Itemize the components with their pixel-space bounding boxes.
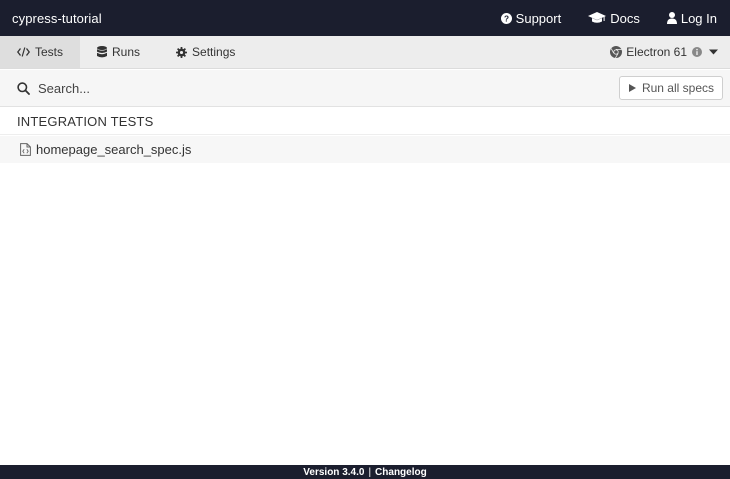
project-name: cypress-tutorial [12, 10, 102, 26]
spec-file-row[interactable]: homepage_search_spec.js [0, 136, 730, 163]
search-bar: Run all specs [0, 70, 730, 107]
run-all-specs-button[interactable]: Run all specs [618, 76, 723, 100]
question-circle-icon: ? [500, 12, 512, 24]
browser-select[interactable]: Electron 61 [610, 36, 718, 68]
top-bar: cypress-tutorial ? Support Docs Log In [0, 0, 730, 36]
footer-separator: | [368, 466, 372, 478]
login-link-label: Log In [680, 10, 717, 26]
chrome-icon [610, 46, 623, 58]
tab-runs[interactable]: Runs [86, 36, 154, 68]
spec-file-name: homepage_search_spec.js [36, 142, 192, 157]
user-icon [666, 12, 677, 24]
version-label: Version 3.4.0 [303, 466, 365, 478]
tab-settings-label: Settings [192, 45, 236, 59]
tab-tests-label: Tests [35, 45, 64, 59]
tab-runs-label: Runs [112, 45, 141, 59]
graduation-cap-icon [588, 12, 607, 23]
cog-icon [176, 46, 188, 58]
tab-settings[interactable]: Settings [164, 36, 247, 68]
top-links: ? Support Docs Log In [500, 0, 730, 36]
docs-link[interactable]: Docs [588, 11, 640, 26]
tab-tests[interactable]: Tests [0, 36, 81, 68]
svg-text:?: ? [504, 14, 509, 23]
footer: Version 3.4.0 | Changelog [0, 465, 730, 479]
run-all-specs-label: Run all specs [641, 81, 714, 95]
nav-bar: Tests Runs Settings Electron 61 [0, 36, 730, 69]
support-link-label: Support [515, 10, 562, 26]
file-code-icon [20, 143, 31, 156]
browser-select-label: Electron 61 [626, 45, 687, 59]
search-icon [17, 81, 30, 95]
login-link[interactable]: Log In [666, 10, 717, 26]
integration-tests-header: INTEGRATION TESTS [0, 108, 730, 135]
search-input[interactable] [38, 80, 438, 96]
database-icon [97, 46, 108, 58]
support-link[interactable]: ? Support [500, 10, 562, 26]
docs-link-label: Docs [610, 10, 640, 26]
play-icon [628, 84, 636, 92]
section-title: INTEGRATION TESTS [17, 113, 154, 129]
info-circle-icon [692, 47, 702, 57]
code-icon [17, 47, 30, 57]
caret-down-icon [709, 49, 718, 55]
changelog-link[interactable]: Changelog [375, 467, 427, 478]
